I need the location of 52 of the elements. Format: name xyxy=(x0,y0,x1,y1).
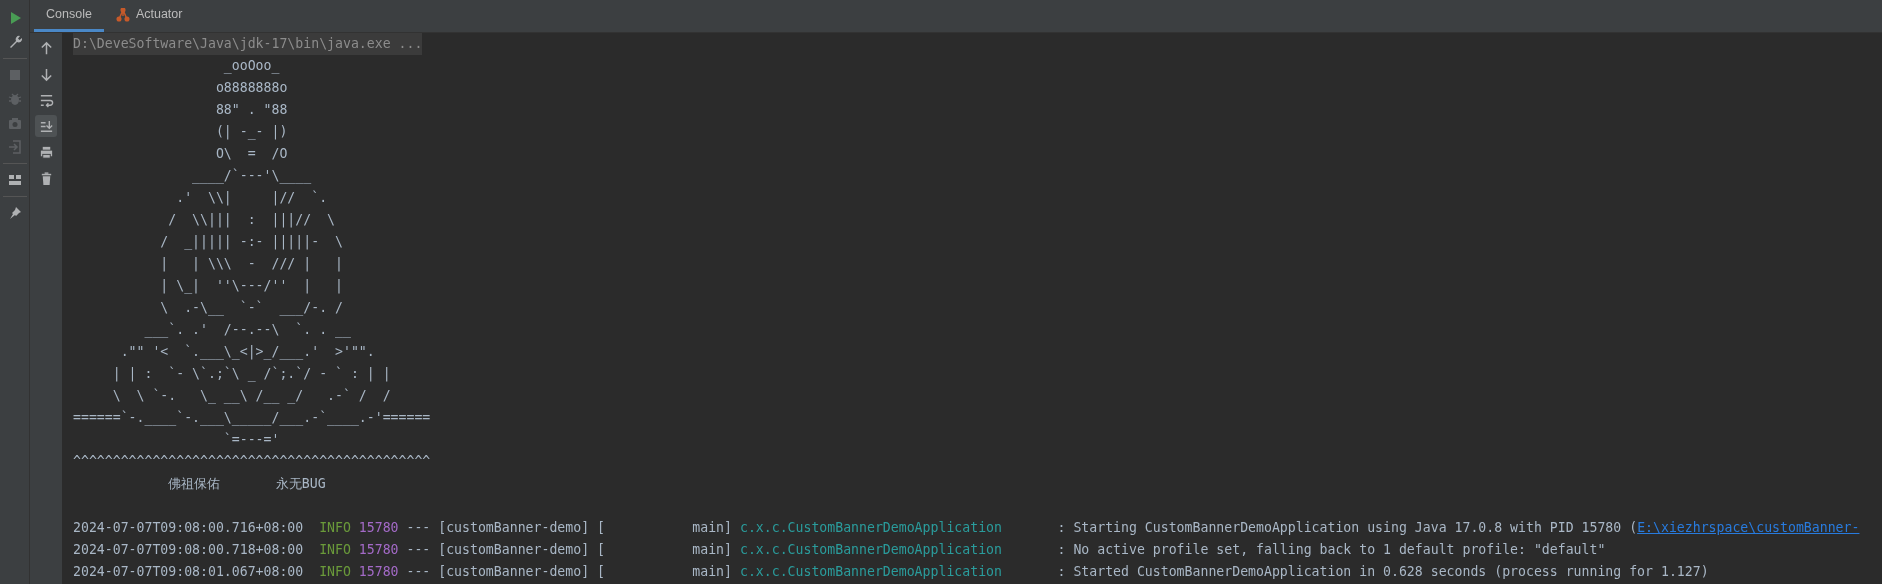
ascii-art-line: ___`. .' /--.--\ `. . __ xyxy=(143,321,351,340)
ascii-art-line: (| -_- |) xyxy=(214,123,288,142)
scroll-to-end-icon xyxy=(38,118,54,134)
application-name: [customBanner-demo] xyxy=(438,519,590,537)
log-timestamp: 2024-07-07T09:08:00.716+08:00 xyxy=(73,519,304,537)
ascii-art-line: 佛祖保佑 永无BUG xyxy=(167,475,326,493)
log-level: INFO xyxy=(319,541,351,559)
logger-name: c.x.c.CustomBannerDemoApplication xyxy=(739,541,1003,559)
ascii-art-line: .' \\| |// `. xyxy=(175,189,328,208)
ascii-art-line: ^^^^^^^^^^^^^^^^^^^^^^^^^^^^^^^^^^^^^^^^^^^^^ xyxy=(73,453,431,471)
log-message: : Starting CustomBannerDemoApplication using Java 17.0.8 with PID 15780 ( xyxy=(1057,519,1638,537)
process-id: 15780 xyxy=(358,563,399,581)
logger-name: c.x.c.CustomBannerDemoApplication xyxy=(739,563,1003,581)
ascii-art-line: _ooOoo_ xyxy=(222,57,280,76)
log-timestamp: 2024-07-07T09:08:00.718+08:00 xyxy=(73,541,304,559)
process-id: 15780 xyxy=(358,519,399,537)
log-separator: --- xyxy=(406,541,431,559)
tab[interactable]: Actuator xyxy=(103,0,195,32)
ascii-art-line: ____/`---'\____ xyxy=(191,167,312,186)
thread-name: [ main] xyxy=(597,563,732,581)
thread-name: [ main] xyxy=(597,519,732,537)
log-message: : No active profile set, falling back to 1 default profile: "default" xyxy=(1057,541,1606,559)
application-name: [customBanner-demo] xyxy=(438,541,590,559)
ascii-art-line: \ .-\__ `-` ___/-. / xyxy=(159,299,343,318)
ascii-art-line: | \_| ''\---/'' | | xyxy=(159,277,343,296)
nodes-icon xyxy=(115,7,130,22)
ascii-art-line: | | \\\ - /// | | xyxy=(159,255,343,274)
thread-name: [ main] xyxy=(597,541,732,559)
ascii-art-line: / \\||| : |||// \ xyxy=(167,211,335,230)
scroll-to-end-button[interactable] xyxy=(35,115,57,137)
log-message: : Started CustomBannerDemoApplication in 0.628 seconds (process running for 1.127) xyxy=(1057,563,1709,581)
ascii-art-line: \ \ `-. \_ __\ /__ _/ .-` / / xyxy=(111,387,391,406)
ascii-art-line: ======`-.____`-.___\_____/___.-`____.-'====== xyxy=(73,409,431,428)
application-name: [customBanner-demo] xyxy=(438,563,590,581)
log-level: INFO xyxy=(319,563,351,581)
log-timestamp: 2024-07-07T09:08:01.067+08:00 xyxy=(73,563,304,581)
ascii-art-line: ."" '< `.___\_<|>_/___.' >'"". xyxy=(119,343,375,362)
logger-name: c.x.c.CustomBannerDemoApplication xyxy=(739,519,1003,537)
ascii-art-line: / _||||| -:- |||||- \ xyxy=(159,233,343,252)
log-separator: --- xyxy=(406,563,431,581)
log-separator: --- xyxy=(406,519,431,537)
log-level: INFO xyxy=(319,519,351,537)
ascii-art-line: O\ = /O xyxy=(214,145,288,163)
wrap-icon xyxy=(38,92,54,108)
ascii-art-line: `=---=' xyxy=(222,431,280,449)
ascii-art-line: 88" . "88 xyxy=(214,101,288,119)
print-icon xyxy=(38,144,54,160)
ascii-art-line: | | : `- \`.;`\ _ /`;.`/ - ` : | | xyxy=(111,365,391,384)
file-path-link[interactable]: E:\xiezhrspace\customBanner- xyxy=(1637,517,1860,539)
layout-icon[interactable] xyxy=(6,172,23,188)
ascii-art-line: o8888888o xyxy=(214,79,288,97)
process-id: 15780 xyxy=(358,541,399,559)
